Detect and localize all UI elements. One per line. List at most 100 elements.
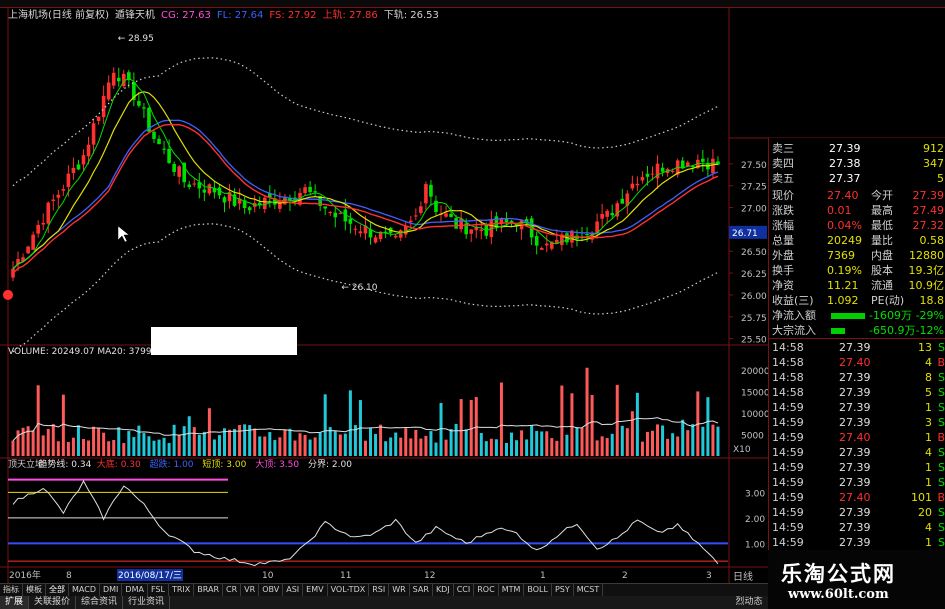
volume-bar bbox=[414, 429, 418, 456]
candle-body bbox=[66, 173, 71, 187]
tick-flag: S bbox=[938, 386, 945, 399]
volume-bar bbox=[212, 439, 216, 456]
candle-body bbox=[645, 173, 650, 177]
volume-bar bbox=[21, 427, 25, 456]
tick-row: 14:59 27.39 4 S bbox=[769, 446, 945, 460]
tick-price: 27.39 bbox=[839, 416, 871, 429]
candle-body bbox=[323, 206, 327, 209]
volume-bar bbox=[112, 439, 116, 456]
indicator-tab[interactable]: EMV bbox=[303, 584, 328, 596]
volume-bar bbox=[379, 424, 383, 456]
volume-bar bbox=[560, 385, 564, 456]
candle-body bbox=[534, 236, 539, 246]
volume-bar bbox=[484, 441, 488, 456]
stat-row: 涨跌 0.01 最高 27.49 bbox=[769, 204, 945, 218]
candle-body bbox=[479, 229, 484, 231]
candle-body bbox=[373, 237, 378, 243]
tick-price: 27.39 bbox=[839, 371, 871, 384]
indicator-tab[interactable]: CR bbox=[223, 584, 242, 596]
indicator-tab[interactable]: 全部 bbox=[46, 584, 69, 596]
indicator-tab[interactable]: TRIX bbox=[169, 584, 195, 596]
stat-value-2: 0.58 bbox=[919, 234, 945, 247]
volume-bar bbox=[202, 431, 206, 456]
tick-time: 14:59 bbox=[772, 521, 804, 534]
tick-volume: 3 bbox=[925, 416, 932, 429]
volume-tick-label: 10000 bbox=[741, 410, 770, 420]
volume-bar bbox=[56, 441, 60, 456]
bottom-tab[interactable]: 扩展 bbox=[0, 596, 30, 609]
price-tick-label: 25.50 bbox=[741, 336, 767, 346]
osc-header-item: 超跌: 1.00 bbox=[150, 458, 194, 470]
volume-bar bbox=[122, 443, 126, 456]
stat-row: 收益(三) 1.092 PE(动) 18.8 bbox=[769, 294, 945, 308]
current-price-label: 26.71 bbox=[732, 229, 758, 239]
indicator-tab[interactable]: RSI bbox=[369, 584, 390, 596]
price-tick-label: 27.25 bbox=[741, 183, 767, 193]
indicator-tab[interactable]: MTM bbox=[499, 584, 525, 596]
indicator-tab[interactable]: VR bbox=[241, 584, 260, 596]
bottom-tab[interactable]: 综合资讯 bbox=[76, 596, 124, 609]
volume-bar bbox=[217, 435, 221, 456]
indicator-tab[interactable]: DMA bbox=[122, 584, 148, 596]
tick-time: 14:58 bbox=[772, 371, 804, 384]
indicator-tab[interactable]: MACD bbox=[69, 584, 100, 596]
corner-tab[interactable]: 烈动态 bbox=[730, 596, 768, 609]
indicator-tab[interactable]: CCI bbox=[454, 584, 475, 596]
period-label[interactable]: 日线 bbox=[733, 568, 753, 583]
indicator-tab[interactable]: BRAR bbox=[194, 584, 224, 596]
indicator-tab[interactable]: MCST bbox=[574, 584, 604, 596]
bottom-tab[interactable]: 关联报价 bbox=[29, 596, 77, 609]
price-tick-label: 27.50 bbox=[741, 161, 767, 171]
tick-price: 27.40 bbox=[839, 431, 871, 444]
volume-bar bbox=[258, 436, 262, 456]
tick-row: 14:59 27.39 1 S bbox=[769, 461, 945, 475]
indicator-tab[interactable]: 指标 bbox=[0, 584, 23, 596]
stat-value-2: 12880 bbox=[909, 249, 944, 262]
indicator-tab[interactable]: KDJ bbox=[433, 584, 454, 596]
high-price-annotation: ← 28.95 bbox=[118, 34, 154, 44]
candle-body bbox=[469, 229, 474, 234]
redaction-box bbox=[151, 327, 297, 355]
candle-body bbox=[152, 131, 156, 139]
flow-label: 大宗流入 bbox=[772, 324, 816, 337]
osc-tick-label: 1.00 bbox=[745, 540, 765, 550]
indicator-tab[interactable]: ROC bbox=[474, 584, 499, 596]
volume-bar bbox=[147, 436, 151, 456]
indicator-tab[interactable]: WR bbox=[389, 584, 410, 596]
indicator-tab[interactable]: PSY bbox=[552, 584, 574, 596]
indicator-tab[interactable]: BOLL bbox=[524, 584, 552, 596]
volume-bar bbox=[580, 427, 584, 456]
indicator-tab[interactable]: OBV bbox=[259, 584, 284, 596]
indicator-tab[interactable]: VOL-TDX bbox=[328, 584, 370, 596]
volume-bar bbox=[81, 438, 85, 456]
bottom-tab[interactable]: 行业资讯 bbox=[123, 596, 171, 609]
tick-flag: S bbox=[938, 341, 945, 354]
ask-row: 卖三 27.39 912 bbox=[769, 142, 945, 156]
indicator-tab[interactable]: 模板 bbox=[23, 584, 46, 596]
tick-time: 14:59 bbox=[772, 416, 804, 429]
stat-label: 外盘 bbox=[772, 249, 794, 262]
candle-body bbox=[544, 243, 549, 246]
indicator-tab[interactable]: ASI bbox=[283, 584, 304, 596]
volume-bar bbox=[535, 430, 539, 456]
candle-body bbox=[701, 158, 705, 162]
volume-bar bbox=[605, 438, 609, 456]
ask-volume: 347 bbox=[923, 157, 944, 170]
indicator-tab[interactable]: FSL bbox=[148, 584, 169, 596]
volume-bar bbox=[137, 425, 141, 456]
candle-body bbox=[157, 138, 161, 145]
volume-bar bbox=[595, 440, 599, 456]
volume-unit-label: X10 bbox=[733, 445, 751, 455]
indicator-tab[interactable]: SAR bbox=[410, 584, 433, 596]
tick-volume: 101 bbox=[911, 491, 932, 504]
tick-flag: S bbox=[938, 521, 945, 534]
flow-label: 净流入额 bbox=[772, 309, 816, 322]
candle-body bbox=[177, 166, 181, 177]
volume-bar bbox=[671, 433, 675, 456]
volume-bar bbox=[142, 433, 146, 456]
stat-label-2: 今开 bbox=[871, 189, 893, 202]
candle-body bbox=[670, 170, 675, 172]
indicator-tab[interactable]: DMI bbox=[100, 584, 123, 596]
volume-bar bbox=[76, 425, 80, 456]
flow-pct: -12% bbox=[915, 324, 944, 337]
